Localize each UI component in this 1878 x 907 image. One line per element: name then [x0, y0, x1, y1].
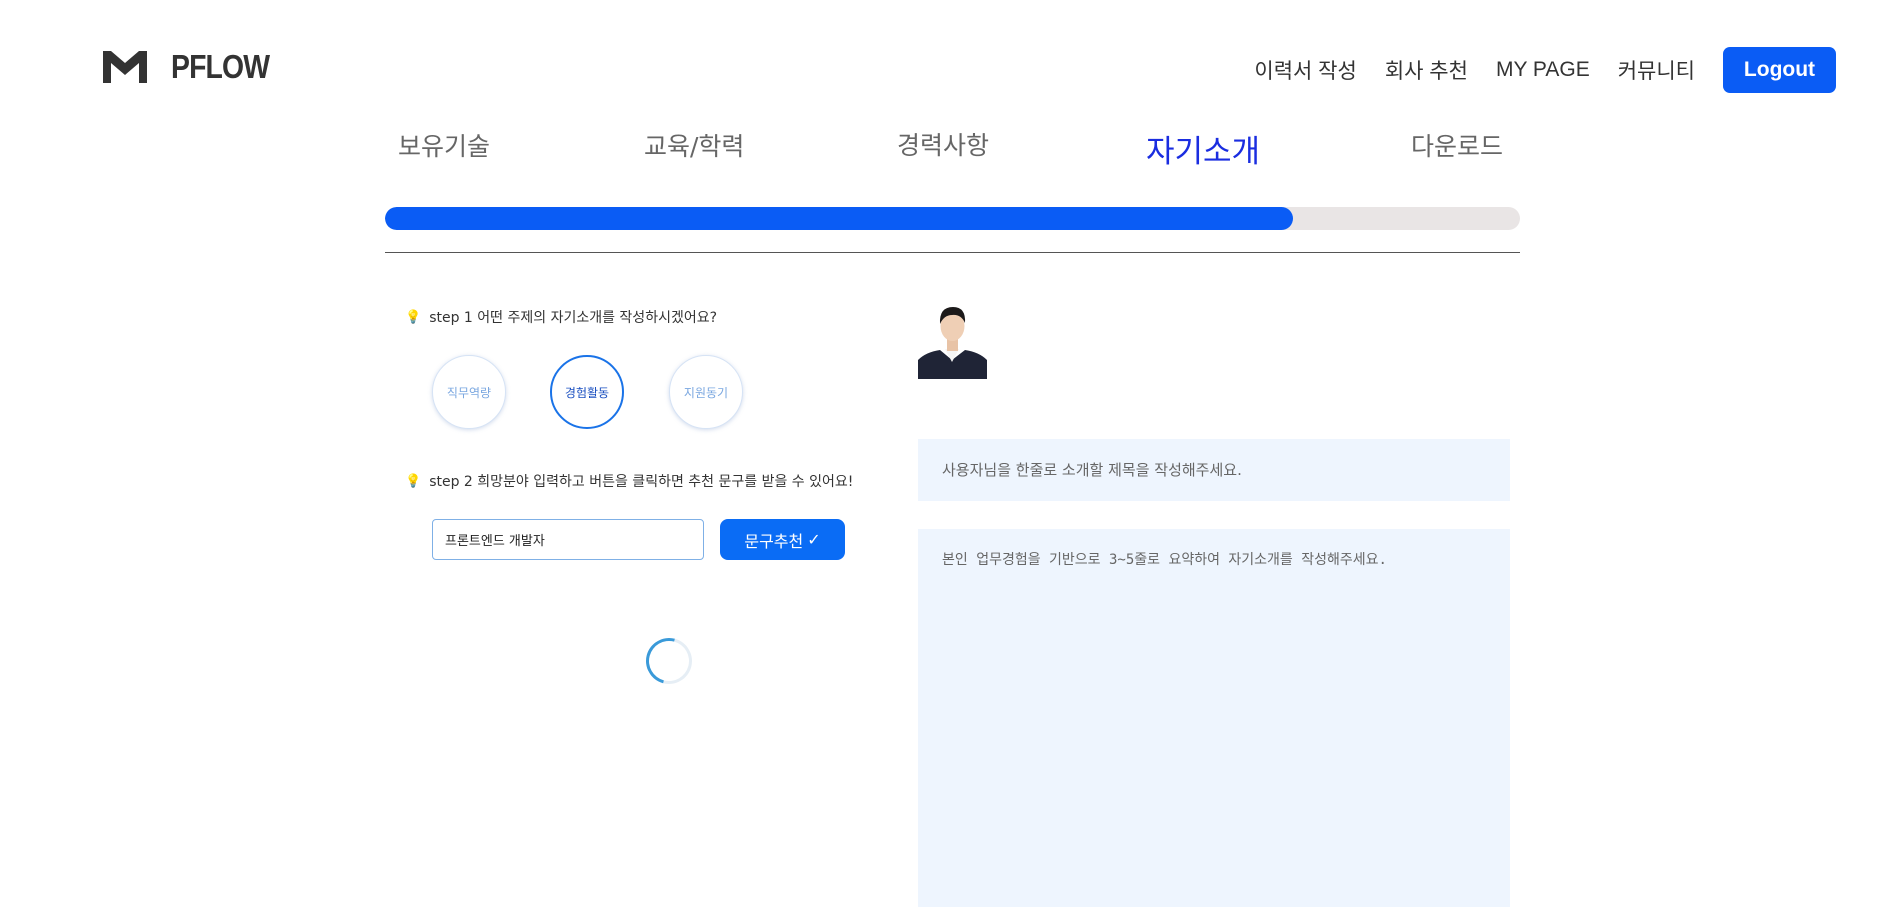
- tab-self-intro[interactable]: 자기소개: [1146, 126, 1260, 171]
- intro-body-textarea[interactable]: [918, 529, 1510, 907]
- step1-label: 💡 step 1 어떤 주제의 자기소개를 작성하시겠어요?: [405, 307, 717, 327]
- lightbulb-icon: 💡: [405, 309, 422, 325]
- top-nav: 이력서 작성 회사 추천 MY PAGE 커뮤니티 Logout: [1226, 47, 1836, 93]
- recommend-phrase-button[interactable]: 문구추천 ✓: [720, 519, 845, 560]
- tab-skills[interactable]: 보유기술: [398, 127, 490, 163]
- logo[interactable]: PFLOW: [103, 48, 285, 86]
- step2-text: step 2 희망분야 입력하고 버튼을 클릭하면 추천 문구를 받을 수 있어…: [429, 474, 854, 490]
- logo-icon: [103, 51, 147, 83]
- topic-experience[interactable]: 경험활동: [550, 355, 624, 429]
- logo-text: PFLOW: [171, 48, 270, 85]
- logout-button[interactable]: Logout: [1723, 47, 1836, 93]
- loading-spinner-icon: [637, 629, 701, 693]
- lightbulb-icon: 💡: [405, 473, 422, 489]
- step1-text: step 1 어떤 주제의 자기소개를 작성하시겠어요?: [429, 310, 718, 326]
- tab-education[interactable]: 교육/학력: [644, 127, 744, 163]
- intro-title-input[interactable]: [918, 439, 1510, 501]
- nav-my-page[interactable]: MY PAGE: [1496, 58, 1590, 82]
- tab-download[interactable]: 다운로드: [1411, 127, 1503, 163]
- nav-community[interactable]: 커뮤니티: [1618, 55, 1695, 85]
- tab-career[interactable]: 경력사항: [897, 126, 989, 162]
- nav-resume-write[interactable]: 이력서 작성: [1254, 55, 1356, 85]
- step2-label: 💡 step 2 희망분야 입력하고 버튼을 클릭하면 추천 문구를 받을 수 …: [405, 471, 853, 491]
- profile-photo: [918, 294, 987, 379]
- recommend-label: 문구추천: [744, 531, 804, 551]
- progress-bar: [385, 207, 1520, 230]
- divider: [385, 252, 1520, 253]
- topic-motivation[interactable]: 지원동기: [669, 355, 743, 429]
- step-tabs: 보유기술 교육/학력 경력사항 자기소개 다운로드: [385, 120, 1520, 170]
- desired-field-input[interactable]: [432, 519, 704, 560]
- progress-fill: [385, 207, 1293, 230]
- check-icon: ✓: [807, 530, 821, 549]
- nav-company-recommend[interactable]: 회사 추천: [1385, 55, 1468, 85]
- topic-job-competency[interactable]: 직무역량: [432, 355, 506, 429]
